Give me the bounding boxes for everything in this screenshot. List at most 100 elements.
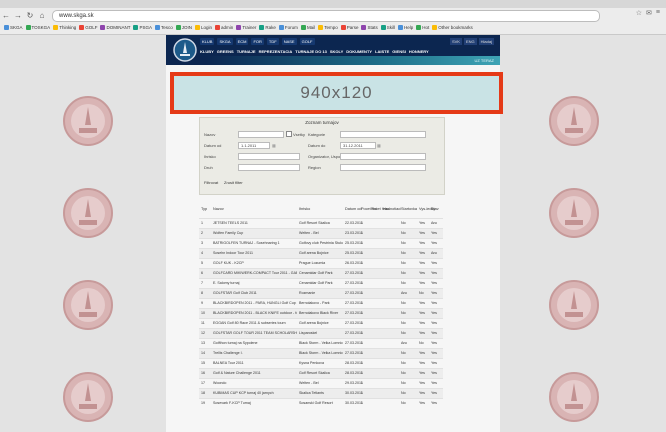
- reset-filter-button[interactable]: Zrusit filter: [224, 180, 243, 185]
- language-link[interactable]: SVK: [449, 38, 462, 45]
- calendar-icon[interactable]: ▦: [272, 143, 276, 148]
- calendar-icon[interactable]: ▦: [377, 143, 381, 148]
- forward-icon[interactable]: →: [12, 11, 24, 20]
- column-header[interactable]: Ihrisko: [299, 207, 310, 211]
- table-row[interactable]: 1 JETSEN TEELS 2011 Golf Resort Skalica 22.…: [199, 218, 443, 228]
- table-row[interactable]: 18 KUBIMAS CUP KCP turnaj 40 jarnych Skali…: [199, 388, 443, 398]
- star-icon[interactable]: ☆: [636, 9, 642, 17]
- back-icon[interactable]: ←: [0, 11, 12, 20]
- menu-item[interactable]: GIENSI: [392, 49, 406, 54]
- tournament-name-link[interactable]: E. Salomy turnaj: [213, 281, 297, 285]
- all-checkbox[interactable]: [286, 131, 292, 137]
- date-to-input[interactable]: 31.12.2011: [340, 142, 376, 149]
- bookmark-item[interactable]: Trainer: [236, 25, 256, 30]
- reload-icon[interactable]: ↻: [24, 11, 36, 20]
- skga-logo-icon[interactable]: [172, 35, 198, 65]
- menu-item[interactable]: KLUBY: [200, 49, 214, 54]
- table-row[interactable]: 13 Golfthon turnaj na Sypolene Black Storm…: [199, 338, 443, 348]
- tournament-name-link[interactable]: EGGAN Golf 80 Race 2011 & subseries tour…: [213, 321, 297, 325]
- bookmark-item[interactable]: Other bookmarks: [432, 25, 473, 30]
- column-header[interactable]: Hodnotiaci: [383, 207, 401, 211]
- table-row[interactable]: 12 GOLFSTAR GOLF TOUR 2011 TEAM SCHOLARSH…: [199, 328, 443, 338]
- tournament-name-link[interactable]: Golf & Nature Challenge 2011: [213, 371, 297, 375]
- menu-item[interactable]: SKOLY: [330, 49, 343, 54]
- tournament-name-link[interactable]: Wolfen Family Cup: [213, 231, 297, 235]
- bookmark-item[interactable]: Parse: [340, 25, 358, 30]
- table-row[interactable]: 3 BATRIGOLFEN TURNAJ - Sosehnaring 1 Golfo…: [199, 238, 443, 248]
- extension-icon[interactable]: ✉: [646, 9, 652, 17]
- bookmark-item[interactable]: GOLF: [79, 25, 97, 30]
- bookmark-item[interactable]: JOIN: [175, 25, 192, 30]
- table-row[interactable]: 16 Golf & Nature Challenge 2011 Golf Resor…: [199, 368, 443, 378]
- tournament-name-link[interactable]: GOLFCARD MIKIWERK-COMPACT Tour 2011 - GA…: [213, 271, 297, 275]
- tournament-name-link[interactable]: Sosehn Indoor Tour 2011: [213, 251, 297, 255]
- table-row[interactable]: 7 E. Salomy turnaj Cenamidar Golf Park 27.0…: [199, 278, 443, 288]
- top-link[interactable]: SKGA: [217, 38, 233, 45]
- column-header[interactable]: Datum od: [345, 207, 361, 211]
- type-select[interactable]: [238, 164, 300, 171]
- tournament-name-link[interactable]: BLACKBIRDOPEN 2011 - PARA, HUNGLI Golf C…: [213, 301, 297, 305]
- top-link[interactable]: KLUB: [200, 38, 215, 45]
- tournament-name-link[interactable]: BATRIGOLFEN TURNAJ - Sosehnaring 1: [213, 241, 297, 245]
- top-link[interactable]: FOR: [251, 38, 264, 45]
- column-header[interactable]: Typ: [201, 207, 207, 211]
- tournament-name-link[interactable]: GOLFSTAR Golf Club 2011: [213, 291, 297, 295]
- menu-item[interactable]: DOKUMENTY: [346, 49, 372, 54]
- table-row[interactable]: 15 BALNEA Tour 2011 Kysna Penkova 28.03.201…: [199, 358, 443, 368]
- column-header[interactable]: Stav: [431, 207, 439, 211]
- url-bar[interactable]: www.skga.sk: [52, 10, 600, 22]
- menu-item[interactable]: GREENS: [217, 49, 234, 54]
- date-from-input[interactable]: 1.1.2011: [238, 142, 270, 149]
- bookmark-item[interactable]: Mail: [300, 25, 315, 30]
- menu-item[interactable]: TURNAJE DO 13: [295, 49, 327, 54]
- table-row[interactable]: 17 Woondo Welten - Bel 29.03.2011 1 No Yes Yes: [199, 378, 443, 388]
- table-row[interactable]: 9 BLACKBIRDOPEN 2011 - PARA, HUNGLI Golf …: [199, 298, 443, 308]
- table-row[interactable]: 8 GOLFSTAR Golf Club 2011 Rozmanie 27.03.20…: [199, 288, 443, 298]
- table-row[interactable]: 14 Trellis Challenge I. Black Storm - Velk…: [199, 348, 443, 358]
- bookmark-item[interactable]: SKGA: [4, 25, 23, 30]
- region-select[interactable]: [340, 164, 426, 171]
- organizer-select[interactable]: [340, 153, 426, 160]
- menu-icon[interactable]: ≡: [656, 9, 660, 17]
- table-row[interactable]: 5 GOLF KUK - K2CP Prague Lozumia 26.03.2011…: [199, 258, 443, 268]
- top-link[interactable]: NASE: [281, 38, 297, 45]
- bookmark-item[interactable]: Forum: [278, 25, 298, 30]
- column-header[interactable]: Nazov: [213, 207, 224, 211]
- tournament-name-link[interactable]: Trellis Challenge I.: [213, 351, 297, 355]
- table-row[interactable]: 4 Sosehn Indoor Tour 2011 Golf arena Bojni…: [199, 248, 443, 258]
- tournament-name-link[interactable]: Woondo: [213, 381, 297, 385]
- menu-item[interactable]: HONNERY: [409, 49, 429, 54]
- top-link[interactable]: ECM: [235, 38, 249, 45]
- table-row[interactable]: 10 BLACKBIRDOPEN 2011 - BLACK KNIFE outdo…: [199, 308, 443, 318]
- bookmark-item[interactable]: Login: [195, 25, 212, 30]
- table-row[interactable]: 19 Sosevark F-KCP Turnaj Sosanski Golf Res…: [199, 398, 443, 408]
- ad-banner[interactable]: 940x120: [170, 72, 503, 114]
- tournament-name-link[interactable]: BLACKBIRDOPEN 2011 - BLACK KNIFE outdoor…: [213, 311, 297, 315]
- tournament-name-link[interactable]: BALNEA Tour 2011: [213, 361, 297, 365]
- bookmark-item[interactable]: Stats: [361, 25, 378, 30]
- bookmark-item[interactable]: Hot: [416, 25, 429, 30]
- bookmark-item[interactable]: DOMINANT: [100, 25, 130, 30]
- tournament-name-link[interactable]: KUBIMAS CUP KCP turnaj 40 jarnych: [213, 391, 297, 395]
- bookmark-item[interactable]: Skill: [380, 25, 395, 30]
- top-link[interactable]: GOLF: [299, 38, 315, 45]
- language-link[interactable]: ENG: [463, 38, 477, 45]
- top-link[interactable]: TDF: [266, 38, 279, 45]
- tournament-name-link[interactable]: Sosevark F-KCP Turnaj: [213, 401, 297, 405]
- menu-item[interactable]: TURNAJE: [237, 49, 256, 54]
- table-row[interactable]: 6 GOLFCARD MIKIWERK-COMPACT Tour 2011 - G…: [199, 268, 443, 278]
- bookmark-item[interactable]: TOSKGA: [25, 25, 50, 30]
- tournament-name-link[interactable]: JETSEN TEELS 2011: [213, 221, 297, 225]
- table-row[interactable]: 11 EGGAN Golf 80 Race 2011 & subseries to…: [199, 318, 443, 328]
- bookmark-item[interactable]: Thinking: [53, 25, 76, 30]
- bookmark-item[interactable]: PSGA: [133, 25, 152, 30]
- bookmark-item[interactable]: Rake: [259, 25, 276, 30]
- bookmark-item[interactable]: admin: [215, 25, 233, 30]
- column-header[interactable]: Startovka: [401, 207, 417, 211]
- bookmark-item[interactable]: Tempo: [318, 25, 338, 30]
- tournament-name-link[interactable]: GOLF KUK - K2CP: [213, 261, 297, 265]
- menu-item[interactable]: REPREZENTACIA: [259, 49, 293, 54]
- language-link[interactable]: Hladaj: [478, 38, 494, 45]
- home-icon[interactable]: ⌂: [36, 11, 48, 20]
- category-select[interactable]: [340, 131, 426, 138]
